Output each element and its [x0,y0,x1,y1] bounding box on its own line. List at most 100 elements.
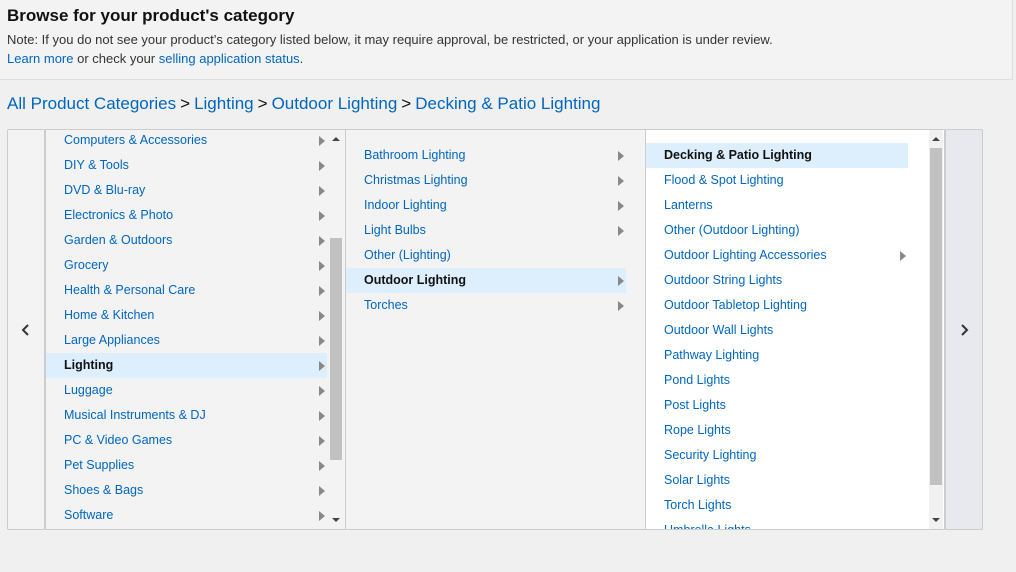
category-item-umbrella-lights[interactable]: Umbrella Lights [646,518,908,530]
category-list: Decking & Patio Lighting Flood & Spot Lig… [646,143,908,530]
breadcrumb-lighting[interactable]: Lighting [194,94,254,113]
submenu-arrow-icon [319,361,325,371]
scrollbar-thumb[interactable] [330,238,342,460]
category-item-christmas-lighting[interactable]: Christmas Lighting [346,168,626,193]
category-item-label: Torch Lights [664,498,732,512]
breadcrumb-outdoor-lighting[interactable]: Outdoor Lighting [272,94,398,113]
category-item-other-outdoor-lighting[interactable]: Other (Outdoor Lighting) [646,218,908,243]
category-item-label: Pet Supplies [64,458,135,472]
breadcrumb-all-product-categories[interactable]: All Product Categories [7,94,176,113]
category-item-label: Software [64,508,114,522]
category-item-pathway-lighting[interactable]: Pathway Lighting [646,343,908,368]
category-item-flood-and-spot-lighting[interactable]: Flood & Spot Lighting [646,168,908,193]
category-item-computers-and-accessories[interactable]: Computers & Accessories [46,130,327,153]
category-item-outdoor-string-lights[interactable]: Outdoor String Lights [646,268,908,293]
submenu-arrow-icon [319,161,325,171]
category-item-label: PC & Video Games [64,433,173,447]
submenu-arrow-icon [319,211,325,221]
submenu-arrow-icon [618,201,624,211]
category-item-label: Garden & Outdoors [64,233,173,247]
category-item-label: Post Lights [664,398,726,412]
category-item-luggage[interactable]: Luggage [46,378,327,403]
submenu-arrow-icon [618,176,624,186]
scrollbar-thumb[interactable] [930,148,942,485]
category-item-outdoor-lighting-accessories[interactable]: Outdoor Lighting Accessories [646,243,908,268]
category-column-1: Computers & Accessories DIY & Tools DVD & … [45,129,346,530]
category-item-large-appliances[interactable]: Large Appliances [46,328,327,353]
submenu-arrow-icon [618,151,624,161]
category-item-pc-and-video-games[interactable]: PC & Video Games [46,428,327,453]
help-line: Learn more or check your selling applica… [7,51,303,66]
learn-more-link[interactable]: Learn more [7,51,73,66]
category-item-label: DVD & Blu-ray [64,183,146,197]
submenu-arrow-icon [319,311,325,321]
category-item-solar-lights[interactable]: Solar Lights [646,468,908,493]
category-item-label: Shoes & Bags [64,483,144,497]
category-item-electronics-and-photo[interactable]: Electronics & Photo [46,203,327,228]
category-item-outdoor-tabletop-lighting[interactable]: Outdoor Tabletop Lighting [646,293,908,318]
category-item-label: Grocery [64,258,109,272]
category-item-health-and-personal-care[interactable]: Health & Personal Care [46,278,327,303]
category-item-label: Lanterns [664,198,713,212]
scroll-down-icon[interactable] [332,518,340,522]
category-column-3: Decking & Patio Lighting Flood & Spot Lig… [645,129,945,530]
category-column-2: Bathroom Lighting Christmas Lighting Indoo… [345,129,646,530]
previous-column-button[interactable] [7,129,45,530]
category-item-label: Luggage [64,383,113,397]
selling-application-status-link[interactable]: selling application status [159,51,300,66]
category-item-shoes-and-bags[interactable]: Shoes & Bags [46,478,327,503]
category-item-label: Solar Lights [664,473,731,487]
category-item-label: Bathroom Lighting [364,148,466,162]
category-item-label: Flood & Spot Lighting [664,173,784,187]
approval-note: Note: If you do not see your product’s c… [7,32,773,47]
category-item-lanterns[interactable]: Lanterns [646,193,908,218]
column-3-scrollbar[interactable] [929,130,943,529]
category-item-label: Health & Personal Care [64,283,196,297]
scroll-up-icon[interactable] [332,137,340,141]
category-item-label: Security Lighting [664,448,757,462]
category-item-dvd-and-blu-ray[interactable]: DVD & Blu-ray [46,178,327,203]
category-item-decking-and-patio-lighting[interactable]: Decking & Patio Lighting [646,143,908,168]
breadcrumb-separator: > [401,94,412,113]
category-item-label: Pond Lights [664,373,731,387]
category-item-label: Indoor Lighting [364,198,447,212]
scroll-down-icon[interactable] [932,518,940,522]
submenu-arrow-icon [319,511,325,521]
category-item-pond-lights[interactable]: Pond Lights [646,368,908,393]
category-item-software[interactable]: Software [46,503,327,528]
category-item-outdoor-lighting[interactable]: Outdoor Lighting [346,268,626,293]
submenu-arrow-icon [319,136,325,146]
period-text: . [299,51,304,66]
category-item-lighting[interactable]: Lighting [46,353,327,378]
next-column-button[interactable] [945,129,983,530]
category-item-label: Rope Lights [664,423,731,437]
category-item-light-bulbs[interactable]: Light Bulbs [346,218,626,243]
category-item-diy-and-tools[interactable]: DIY & Tools [46,153,327,178]
breadcrumb: All Product Categories > Lighting > Outdoor … [7,94,600,114]
submenu-arrow-icon [319,461,325,471]
category-item-torches[interactable]: Torches [346,293,626,318]
category-item-label: Large Appliances [64,333,160,347]
category-item-indoor-lighting[interactable]: Indoor Lighting [346,193,626,218]
category-item-other-lighting[interactable]: Other (Lighting) [346,243,626,268]
category-item-label: Outdoor Lighting Accessories [664,248,827,262]
category-item-grocery[interactable]: Grocery [46,253,327,278]
category-item-label: Outdoor String Lights [664,273,783,287]
category-item-pet-supplies[interactable]: Pet Supplies [46,453,327,478]
submenu-arrow-icon [319,336,325,346]
category-item-security-lighting[interactable]: Security Lighting [646,443,908,468]
category-item-outdoor-wall-lights[interactable]: Outdoor Wall Lights [646,318,908,343]
category-item-garden-and-outdoors[interactable]: Garden & Outdoors [46,228,327,253]
category-item-label: Umbrella Lights [664,523,751,530]
category-item-label: Lighting [64,358,114,372]
scroll-up-icon[interactable] [932,137,940,141]
category-item-label: Outdoor Lighting [364,273,467,287]
category-item-home-and-kitchen[interactable]: Home & Kitchen [46,303,327,328]
breadcrumb-decking-patio-lighting[interactable]: Decking & Patio Lighting [415,94,600,113]
category-item-torch-lights[interactable]: Torch Lights [646,493,908,518]
category-item-bathroom-lighting[interactable]: Bathroom Lighting [346,143,626,168]
category-item-rope-lights[interactable]: Rope Lights [646,418,908,443]
category-item-post-lights[interactable]: Post Lights [646,393,908,418]
category-item-musical-instruments-and-dj[interactable]: Musical Instruments & DJ [46,403,327,428]
column-1-scrollbar[interactable] [329,130,343,529]
